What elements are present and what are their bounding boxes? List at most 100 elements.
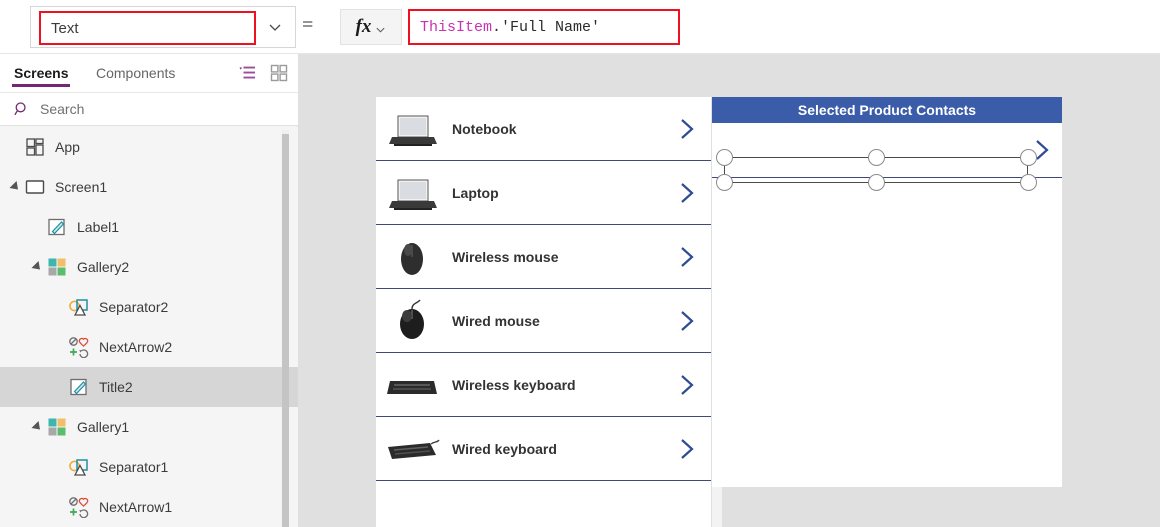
tree-item-label: Title2 [99,379,133,395]
screen-icon [24,176,46,198]
app-canvas: Notebook Laptop Wireless mouse Wired mouse W… [298,54,1160,527]
contacts-gallery[interactable]: Selected Product Contacts [712,97,1062,487]
tree-item-gallery2[interactable]: Gallery2 [0,247,298,287]
tree-item-label: Gallery1 [77,419,130,435]
tree-item-separator2[interactable]: Separator2 [0,287,298,327]
chevron-right-icon[interactable] [677,436,697,462]
chevron-right-icon[interactable] [677,116,697,142]
tree-item-label: Screen1 [55,179,108,195]
laptop-image [384,171,440,215]
grid-view-icon[interactable] [270,64,288,82]
chevron-right-icon[interactable] [677,308,697,334]
product-title: Laptop [452,184,499,201]
product-gallery-item[interactable]: Wired keyboard [376,417,711,481]
formula-bar-empty-area [682,9,1160,45]
tree-item-label1[interactable]: Label1 [0,207,298,247]
nextarrow-icon [68,496,90,519]
twisty-expanded-icon[interactable] [6,167,24,207]
fx-label: fx [355,16,372,37]
tree-item-label: Separator1 [99,459,169,475]
chevron-right-icon[interactable] [677,372,697,398]
wired-keyboard-image [384,427,440,471]
product-title: Notebook [452,121,517,137]
gallery-icon [46,256,68,278]
product-gallery-item[interactable]: Laptop [376,161,711,225]
product-gallery-item[interactable]: Wireless mouse [376,225,711,289]
label-icon [68,376,90,398]
tree-item-app[interactable]: App [0,127,298,167]
tree-item-label: Label1 [77,219,120,235]
resize-handle-bottom-left[interactable] [716,174,733,191]
property-value-text: Text [51,19,79,37]
chevron-right-icon[interactable] [677,244,697,270]
tree-item-screen1[interactable]: Screen1 [0,167,298,207]
tree-item-label: App [55,139,80,155]
formula-input[interactable]: ThisItem .'Full Name' [408,9,680,45]
tree-item-nextarrow2[interactable]: NextArrow2 [0,327,298,367]
resize-handle-bottom-right[interactable] [1020,174,1037,191]
wireless-mouse-image [384,235,440,279]
chevron-down-icon[interactable] [267,19,283,35]
tab-screens-label: Screens [14,65,69,81]
tree-item-gallery1[interactable]: Gallery1 [0,407,298,447]
resize-handle-top-left[interactable] [716,149,733,166]
sidebar-tabs: Screens Components [0,54,298,92]
property-dropdown-value[interactable]: Text [39,11,256,45]
powerapps-studio: Text = fx ThisItem .'Full Name' Screens … [0,0,1160,527]
contacts-gallery-header: Selected Product Contacts [712,97,1062,123]
separator-icon [68,296,90,318]
list-view-icon[interactable] [238,64,256,82]
sidebar-scrollbar-thumb[interactable] [282,134,289,527]
tree-view-sidebar: Screens Components Search App Screen1 La… [0,54,298,527]
nextarrow-icon [68,336,90,359]
product-gallery-item[interactable]: Wired mouse [376,289,711,353]
formula-bar: Text = fx ThisItem .'Full Name' [0,0,1160,54]
search-input[interactable]: Search [40,101,84,117]
resize-handle-top-right[interactable] [1020,149,1037,166]
tab-screens[interactable]: Screens [8,54,74,92]
product-title: Wired mouse [452,312,540,329]
search-icon [14,101,30,117]
selected-control-title2[interactable] [716,149,1037,191]
product-title: Wireless keyboard [452,376,576,393]
fx-button[interactable]: fx [340,9,402,45]
tab-components[interactable]: Components [90,54,181,92]
tree-item-label: NextArrow2 [99,339,173,355]
product-gallery[interactable]: Notebook Laptop Wireless mouse Wired mouse W… [376,97,711,527]
search-box[interactable]: Search [0,92,298,126]
product-title: Wireless mouse [452,248,559,265]
resize-handle-bottom-center[interactable] [868,174,885,191]
tab-components-label: Components [96,65,176,81]
sidebar-scrollbar[interactable] [282,130,289,527]
twisty-expanded-icon[interactable] [28,407,46,447]
caret-down-icon[interactable] [714,520,721,527]
tree-item-separator1[interactable]: Separator1 [0,447,298,487]
tree-item-label: NextArrow1 [99,499,173,515]
property-selector[interactable]: Text [30,6,296,48]
chevron-right-icon[interactable] [677,180,697,206]
tree-item-label: Separator2 [99,299,169,315]
resize-handle-top-center[interactable] [868,149,885,166]
app-icon [24,136,46,158]
product-gallery-item[interactable]: Notebook [376,97,711,161]
wireless-keyboard-image [384,363,440,407]
tree-item-nextarrow1[interactable]: NextArrow1 [0,487,298,527]
product-gallery-item[interactable]: Wireless keyboard [376,353,711,417]
separator-icon [68,456,90,478]
wired-mouse-image [384,299,440,343]
twisty-expanded-icon[interactable] [28,247,46,287]
sidebar-view-icons [238,64,288,82]
formula-token-rest: .'Full Name' [492,18,601,36]
tree-item-title2[interactable]: Title2 [0,367,298,407]
chevron-down-icon[interactable] [375,22,386,33]
gallery-icon [46,416,68,438]
component-tree: App Screen1 Label1 Gallery2 Separator2 NextAr… [0,127,298,527]
contacts-gallery-row[interactable] [712,123,1062,191]
